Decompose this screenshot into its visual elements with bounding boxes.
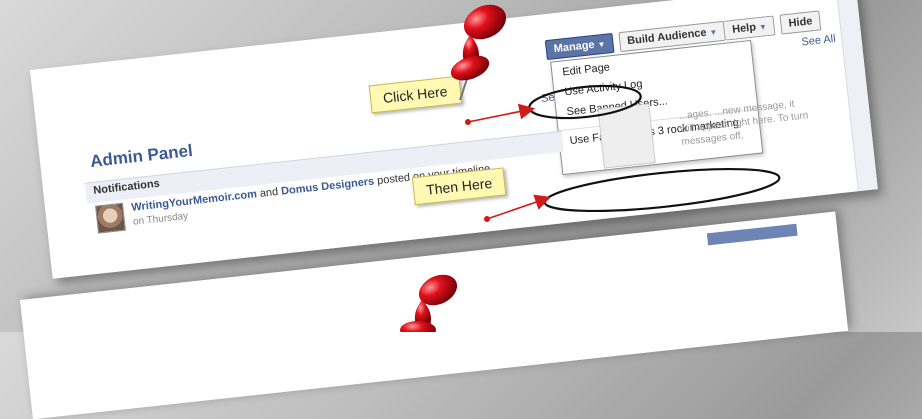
help-label: Help [731, 21, 757, 36]
pushpin-icon [450, 4, 507, 101]
messages-icon [597, 103, 656, 169]
slide: Admin Panel See See All Manage ▼ Build A… [0, 0, 922, 419]
hide-label: Hide [788, 15, 814, 30]
page-title: Admin Panel [89, 140, 194, 171]
build-audience-label: Build Audience [626, 26, 708, 48]
manage-label: Manage [553, 38, 596, 56]
right-column [835, 0, 878, 192]
chevron-down-icon: ▼ [597, 39, 606, 50]
pushpin-icon [400, 274, 458, 332]
chevron-down-icon: ▼ [758, 21, 768, 32]
see-all-link[interactable]: See All [801, 33, 836, 49]
notification-joiner: and [259, 185, 279, 200]
avatar[interactable] [95, 202, 126, 234]
help-button[interactable]: Help ▼ [724, 15, 776, 41]
notification-time: on Thursday [132, 210, 189, 228]
header-stripe [706, 223, 798, 246]
hide-button[interactable]: Hide [779, 10, 822, 35]
chevron-down-icon: ▼ [708, 27, 718, 37]
